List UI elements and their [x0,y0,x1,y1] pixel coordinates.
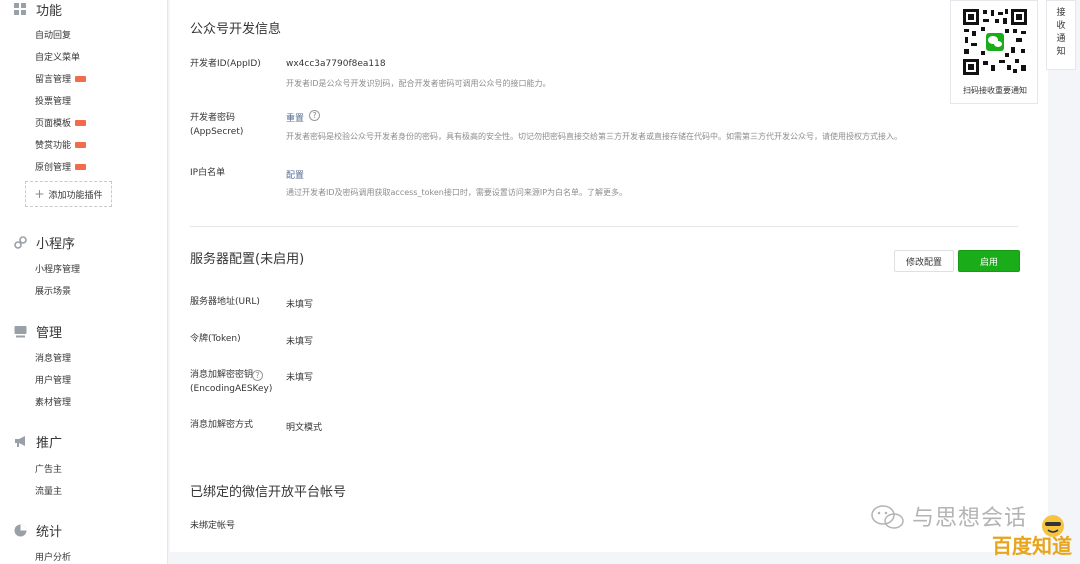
plus-icon: + [34,187,45,201]
add-plugin-button[interactable]: + 添加功能插件 [25,181,112,207]
token-value: 未填写 [286,337,314,347]
section-title: 小程序 [36,237,76,252]
watermark-text: 与思想会话 [912,506,1028,531]
sidebar-item-votes[interactable]: 投票管理 [35,94,71,107]
sidebar-item-label: 投票管理 [35,97,72,107]
section-mini-program: 小程序 [14,233,75,252]
main-panel: 公众号开发信息 开发者ID(AppID) wx4cc3a7790f8ea118 … [170,0,1048,552]
side-tab-char: 通 [1056,34,1066,44]
qr-caption: 扫码接收重要通知 [963,86,1027,95]
section-statistics: 统计 [14,521,62,540]
server-url-label: 服务器地址(URL) [190,297,260,307]
sidebar-item-reward[interactable]: 赞赏功能 [35,138,87,151]
qr-notification-card: 扫码接收重要通知 [950,0,1038,104]
new-badge [75,163,87,170]
sidebar-item-comments[interactable]: 留言管理 [35,72,87,85]
enable-button[interactable]: 启用 [958,250,1020,272]
section-title-open-platform: 已绑定的微信开放平台帐号 [190,485,347,500]
sidebar-item-label: 赞赏功能 [35,141,72,151]
aes-key-label: 消息加解密密钥 [190,370,254,380]
edit-config-button[interactable]: 修改配置 [894,250,954,272]
section-title: 功能 [36,4,63,19]
new-badge [75,141,87,148]
sidebar-item-advertiser[interactable]: 广告主 [35,462,62,475]
ip-whitelist-description: 通过开发者ID及密码调用获取access_token接口时，需要设置访问来源IP… [286,188,628,197]
sidebar-item-label: 留言管理 [35,75,72,85]
open-platform-status: 未绑定帐号 [190,521,236,531]
help-icon[interactable]: ? [309,110,320,121]
section-title-server-config: 服务器配置(未启用) [190,252,305,267]
new-badge [75,119,87,126]
sidebar-item-publisher[interactable]: 流量主 [35,484,62,497]
section-title: 推广 [36,436,63,451]
sidebar-item-label: 自动回复 [35,31,72,41]
divider [190,226,1018,227]
section-title-dev-info: 公众号开发信息 [190,22,282,37]
sidebar-item-user-analysis[interactable]: 用户分析 [35,550,71,563]
sidebar-item-custom-menu[interactable]: 自定义菜单 [35,50,80,63]
appid-description: 开发者ID是公众号开发识别码，配合开发者密码可调用公众号的接口能力。 [286,79,551,88]
ip-whitelist-label: IP白名单 [190,168,226,178]
sidebar: 功能 自动回复 自定义菜单 留言管理 投票管理 页面模板 赞赏功能 原创管理 +… [0,0,168,564]
appid-label: 开发者ID(AppID) [190,59,261,69]
help-icon[interactable]: ? [252,370,263,381]
add-plugin-label: 添加功能插件 [48,190,103,201]
configure-ip-link[interactable]: 配置 [286,168,304,181]
sidebar-item-mini-program-manage[interactable]: 小程序管理 [35,262,80,275]
appsecret-label-sub: (AppSecret) [190,127,244,137]
reset-secret-link[interactable]: 重置 [286,111,304,124]
sidebar-item-label: 页面模板 [35,119,72,129]
side-tab-char: 知 [1056,47,1066,57]
sidebar-item-messages[interactable]: 消息管理 [35,351,71,364]
appid-value[interactable]: wx4cc3a7790f8ea118 [286,59,386,69]
encryption-mode-label: 消息加解密方式 [190,420,254,430]
sidebar-item-materials[interactable]: 素材管理 [35,395,71,408]
new-badge [75,75,87,82]
sidebar-item-label: 用户分析 [35,553,72,563]
sidebar-item-label: 原创管理 [35,163,72,173]
sidebar-item-label: 小程序管理 [35,265,81,275]
receive-notification-tab[interactable]: 接 收 通 知 [1046,0,1076,70]
sidebar-item-page-templates[interactable]: 页面模板 [35,116,87,129]
sidebar-item-display-scene[interactable]: 展示场景 [35,284,71,297]
wechat-watermark-icon [871,505,904,529]
mascot-face-icon [1042,515,1064,537]
sidebar-item-label: 素材管理 [35,398,72,408]
sidebar-item-label: 展示场景 [35,287,72,297]
section-features: 功能 [14,0,62,19]
qr-code-icon [961,7,1029,77]
sidebar-item-label: 流量主 [35,487,63,497]
sidebar-item-label: 广告主 [35,465,63,475]
sidebar-item-label: 自定义菜单 [35,53,81,63]
token-label: 令牌(Token) [190,334,241,344]
sidebar-item-users[interactable]: 用户管理 [35,373,71,386]
side-tab-char: 接 [1056,8,1066,18]
side-tab-char: 收 [1056,21,1066,31]
appsecret-description: 开发者密码是校验公众号开发者身份的密码，具有极高的安全性。切记勿把密码直接交给第… [286,132,902,141]
sidebar-item-auto-reply[interactable]: 自动回复 [35,28,71,41]
section-promotion: 推广 [14,432,62,451]
aes-key-value: 未填写 [286,373,314,383]
pie-chart-icon [14,524,28,538]
megaphone-icon [14,435,28,449]
link-icon [14,235,28,250]
section-manage: 管理 [14,322,62,341]
grid-icon [14,2,28,17]
aes-key-label-sub: (EncodingAESKey) [190,384,273,394]
message-icon [14,325,28,339]
section-title: 统计 [36,525,63,540]
section-title: 管理 [36,326,63,341]
sidebar-item-label: 用户管理 [35,376,72,386]
appsecret-label: 开发者密码 [190,113,236,123]
sidebar-item-original[interactable]: 原创管理 [35,160,87,173]
server-url-value: 未填写 [286,300,314,310]
sidebar-item-label: 消息管理 [35,354,72,364]
encryption-mode-value: 明文模式 [286,423,323,433]
